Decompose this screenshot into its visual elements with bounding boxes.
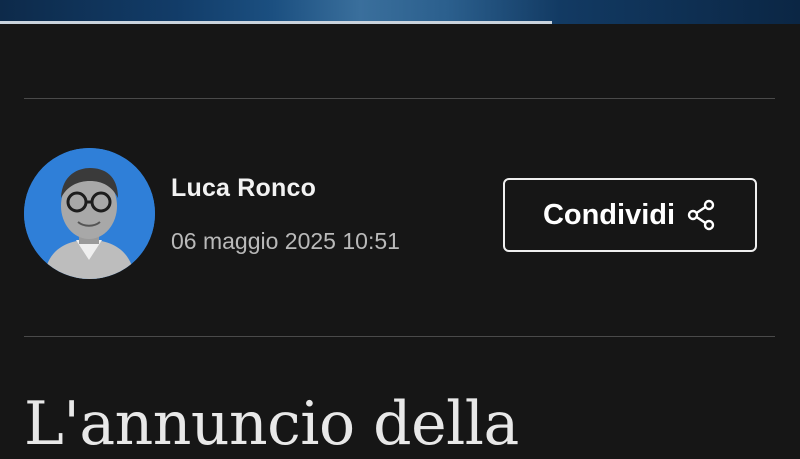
share-button-label: Condividi: [542, 198, 676, 231]
divider-bottom: [24, 336, 775, 337]
reading-progress-bar: [0, 21, 552, 24]
share-button[interactable]: Condividi: [503, 178, 757, 252]
divider-top: [24, 98, 775, 99]
hero-image: [0, 0, 800, 24]
person-photo-icon: [24, 148, 155, 279]
share-icon: [687, 199, 715, 231]
author-avatar[interactable]: [24, 148, 155, 279]
author-name[interactable]: Luca Ronco: [171, 174, 316, 203]
publish-date: 06 maggio 2025 10:51: [171, 228, 400, 254]
article-headline: L'annuncio della: [24, 389, 519, 459]
